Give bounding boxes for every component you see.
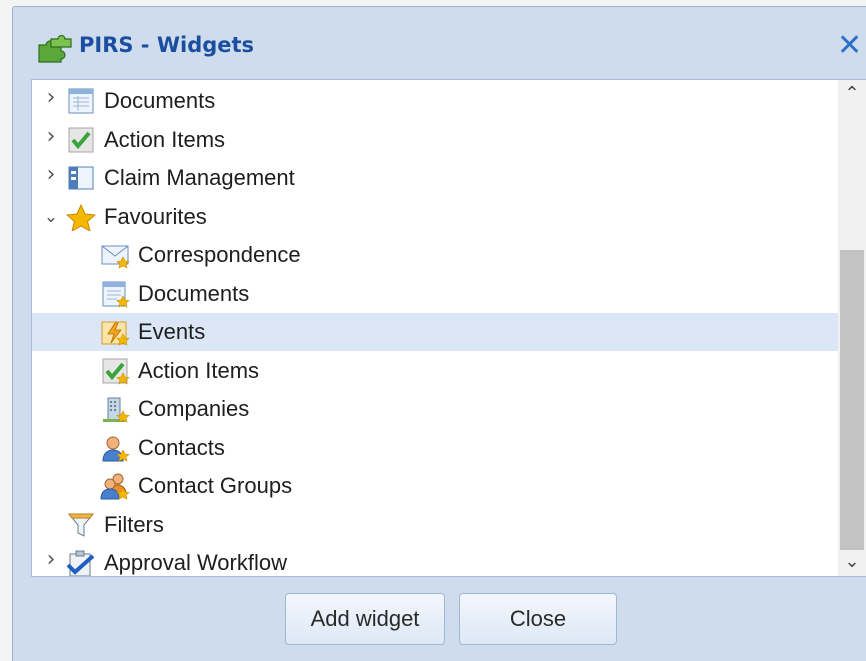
document-star-icon [102, 281, 130, 308]
person-star-icon [102, 436, 130, 462]
tree-item-label: Correspondence [138, 242, 301, 267]
tree-item-label: Contact Groups [138, 473, 293, 498]
tree-item-label: Documents [104, 88, 216, 113]
tree-item-label: Documents [138, 280, 250, 306]
document-table-icon [68, 88, 94, 114]
tree-item-label: Companies [138, 396, 250, 421]
collapse-chevron-icon[interactable]: › [42, 549, 60, 571]
widget-tree-panel: › Documents › Action Items › Claim Management… [31, 79, 866, 577]
tree-item-fav-documents[interactable]: Documents [32, 275, 838, 313]
tree-item-label: Claim Management [104, 165, 295, 190]
tree-item-label: Contacts [138, 434, 225, 460]
tree-item-label: Action Items [138, 357, 260, 383]
tree-item-fav-events[interactable]: Events [32, 313, 838, 351]
tree-item-action-items[interactable]: › Action Items [32, 121, 838, 159]
checkmark-icon [68, 127, 94, 152]
tree-item-label: Events [138, 319, 206, 344]
widgets-dialog: PIRS - Widgets ✕ › Documents › Action Items… [12, 6, 866, 661]
tree-item-fav-companies[interactable]: Companies [32, 390, 838, 428]
checkmark-star-icon [102, 358, 130, 385]
tree-item-fav-contact-groups[interactable]: Contact Groups [32, 467, 838, 505]
tree-item-fav-correspondence[interactable]: Correspondence [32, 236, 838, 274]
close-button[interactable]: Close [459, 593, 617, 645]
envelope-star-icon [101, 245, 130, 269]
tree-item-documents[interactable]: › Documents [32, 82, 838, 120]
add-widget-button[interactable]: Add widget [285, 593, 445, 645]
collapse-chevron-icon[interactable]: › [42, 164, 60, 186]
tree-item-filters[interactable]: Filters [32, 506, 838, 544]
scroll-down-icon[interactable]: ⌄ [838, 550, 866, 574]
tree-item-claim-management[interactable]: › Claim Management [32, 159, 838, 197]
people-star-icon [100, 473, 130, 500]
close-icon[interactable]: ✕ [837, 31, 862, 61]
tree-item-label: Filters [104, 511, 164, 537]
tree-item-favourites[interactable]: ⌄ Favourites [32, 198, 838, 236]
tree-item-label: Favourites [104, 203, 207, 229]
collapse-chevron-icon[interactable]: › [42, 125, 60, 147]
scroll-up-icon[interactable]: ⌃ [838, 82, 866, 106]
tree-item-label: Approval Workflow [104, 550, 287, 575]
tree-item-fav-contacts[interactable]: Contacts [32, 429, 838, 467]
building-star-icon [103, 397, 130, 423]
funnel-icon [67, 513, 95, 537]
lightning-star-icon [101, 321, 130, 346]
vertical-scrollbar[interactable]: ⌃ ⌄ [838, 80, 866, 576]
widget-tree: › Documents › Action Items › Claim Management… [32, 80, 838, 576]
collapse-chevron-icon[interactable]: › [42, 87, 60, 109]
tree-item-approval-workflow[interactable]: › Approval Workflow [32, 544, 838, 576]
dialog-titlebar[interactable]: PIRS - Widgets ✕ [13, 7, 866, 79]
scroll-thumb[interactable] [840, 250, 864, 550]
claim-panel-icon [68, 166, 94, 190]
tree-item-fav-action-items[interactable]: Action Items [32, 352, 838, 390]
puzzle-plugin-icon [38, 34, 72, 63]
approval-clipboard-icon [66, 550, 95, 576]
star-icon [66, 203, 96, 231]
tree-item-label: Action Items [104, 126, 226, 152]
expand-chevron-icon[interactable]: ⌄ [42, 207, 60, 227]
dialog-title: PIRS - Widgets [79, 33, 255, 57]
